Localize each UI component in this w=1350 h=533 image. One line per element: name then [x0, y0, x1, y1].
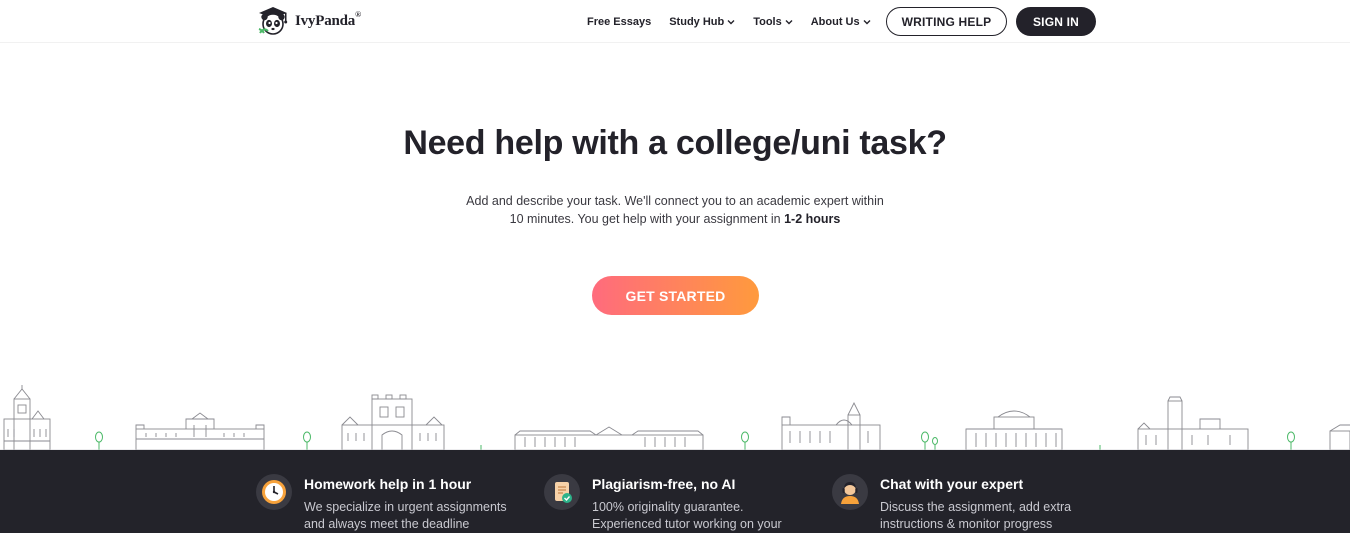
logo-link[interactable]: IvyPanda®: [255, 5, 361, 37]
chevron-down-icon: [727, 19, 735, 24]
main-nav: Free Essays Study Hub Tools About Us: [587, 0, 871, 43]
building-illustration: [965, 410, 1063, 451]
feature-title: Plagiarism-free, no AI: [592, 476, 736, 492]
feature-chat-expert: Chat with your expert Discuss the assign…: [832, 474, 1100, 533]
expert-avatar-icon: [832, 474, 868, 510]
sign-in-button[interactable]: SIGN IN: [1016, 7, 1096, 36]
feature-description: Discuss the assignment, add extra instru…: [880, 500, 1072, 531]
logo-text: IvyPanda®: [295, 9, 361, 29]
hero-title: Need help with a college/uni task?: [403, 124, 947, 162]
feature-description: We specialize in urgent assignments and …: [304, 500, 507, 531]
building-illustration: [341, 394, 445, 451]
get-started-button[interactable]: GET STARTED: [592, 276, 759, 315]
campus-skyline-illustration: [0, 385, 1350, 451]
feature-description: 100% originality guarantee. Experienced …: [592, 500, 782, 531]
panda-logo-icon: [258, 7, 288, 35]
feature-homework-help: Homework help in 1 hour We specialize in…: [256, 474, 524, 533]
nav-study-hub[interactable]: Study Hub: [669, 16, 735, 28]
hero-subtitle-highlight: 1-2 hours: [784, 212, 841, 226]
site-header: IvyPanda® Free Essays Study Hub Tools Ab…: [0, 0, 1350, 43]
feature-title: Chat with your expert: [880, 476, 1024, 492]
hero-subtitle: Add and describe your task. We'll connec…: [466, 194, 884, 226]
building-illustration: [1329, 424, 1350, 451]
feature-plagiarism-free: Plagiarism-free, no AI 100% originality …: [544, 474, 812, 533]
building-illustration: [135, 412, 265, 451]
writing-help-button[interactable]: WRITING HELP: [886, 7, 1007, 36]
building-illustration: [1137, 396, 1249, 451]
chevron-down-icon: [785, 19, 793, 24]
nav-free-essays[interactable]: Free Essays: [587, 16, 651, 28]
document-check-icon: [544, 474, 580, 510]
feature-title: Homework help in 1 hour: [304, 476, 472, 492]
nav-tools[interactable]: Tools: [753, 16, 793, 28]
features-band: Homework help in 1 hour We specialize in…: [0, 450, 1350, 533]
building-illustration: [781, 401, 881, 451]
building-illustration: [3, 385, 51, 451]
chevron-down-icon: [863, 19, 871, 24]
nav-about-us[interactable]: About Us: [811, 16, 871, 28]
clock-icon: [256, 474, 292, 510]
building-illustration: [514, 426, 704, 451]
